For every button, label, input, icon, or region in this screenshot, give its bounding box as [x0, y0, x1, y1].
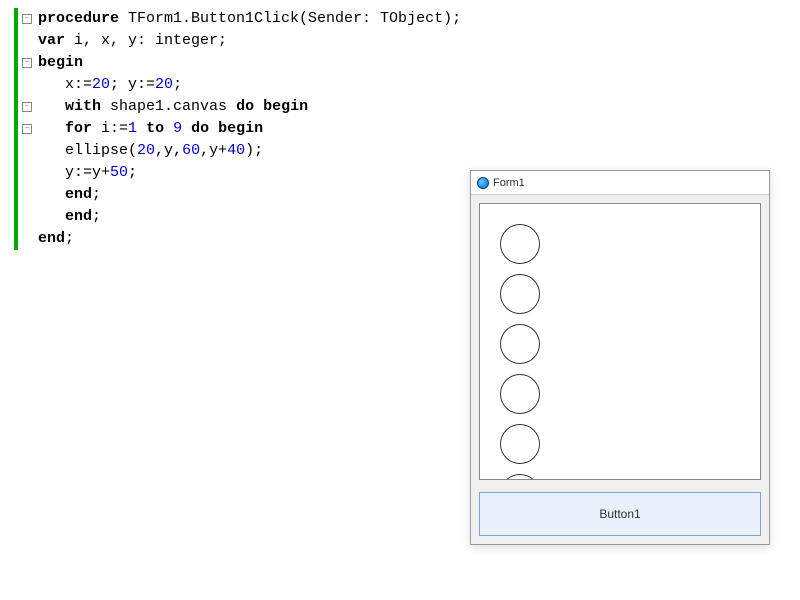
ellipse-icon [500, 374, 540, 414]
code-editor: − − − − procedure TForm1.Button1Click(Se… [14, 8, 461, 250]
fold-gutter: − − − − [20, 8, 34, 250]
code-line: for i:=1 to 9 do begin [38, 118, 461, 140]
form-designer-preview: Form1 Button1 [470, 170, 770, 545]
button-label: Button1 [599, 507, 640, 521]
code-line: with shape1.canvas do begin [38, 96, 461, 118]
fold-toggle-icon[interactable]: − [22, 124, 32, 134]
form-client-area: Button1 [471, 195, 769, 544]
code-line: ellipse(20,y,60,y+40); [38, 140, 461, 162]
ellipse-icon [500, 424, 540, 464]
button1[interactable]: Button1 [479, 492, 761, 536]
code-line: procedure TForm1.Button1Click(Sender: TO… [38, 8, 461, 30]
code-line: x:=20; y:=20; [38, 74, 461, 96]
change-marker [14, 8, 18, 250]
code-line: end; [38, 206, 461, 228]
fold-toggle-icon[interactable]: − [22, 102, 32, 112]
code-lines[interactable]: procedure TForm1.Button1Click(Sender: TO… [34, 8, 461, 250]
window-title: Form1 [493, 177, 525, 189]
fold-toggle-icon[interactable]: − [22, 14, 32, 24]
shape-canvas [479, 203, 761, 480]
code-line: begin [38, 52, 461, 74]
app-icon [477, 177, 489, 189]
ellipse-icon [500, 474, 540, 480]
window-titlebar[interactable]: Form1 [471, 171, 769, 195]
ellipse-icon [500, 324, 540, 364]
fold-toggle-icon[interactable]: − [22, 58, 32, 68]
code-line: end; [38, 228, 461, 250]
ellipse-icon [500, 274, 540, 314]
code-line: end; [38, 184, 461, 206]
code-line: y:=y+50; [38, 162, 461, 184]
code-line: var i, x, y: integer; [38, 30, 461, 52]
ellipse-icon [500, 224, 540, 264]
